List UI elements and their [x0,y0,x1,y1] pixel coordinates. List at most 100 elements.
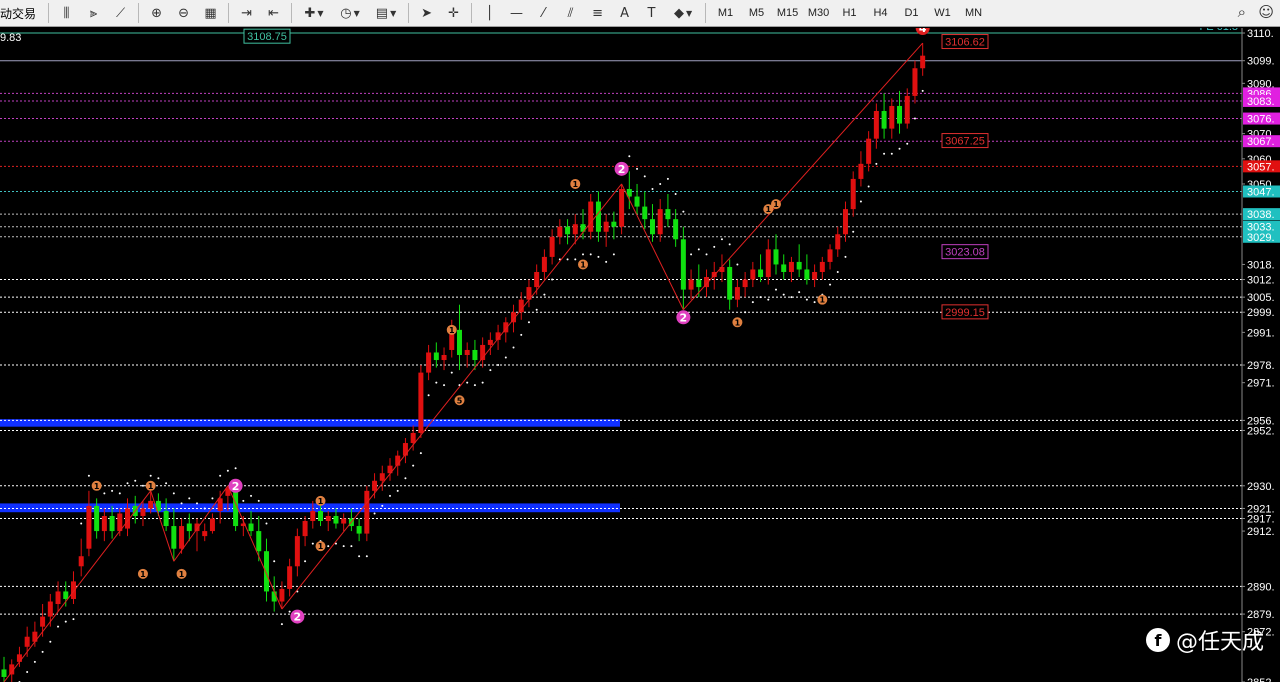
sar-dot [659,182,662,185]
candle-body [781,264,787,272]
watermark-text: @任天成 [1175,630,1264,655]
candle-body [464,349,470,355]
sar-dot [427,394,430,397]
timeframe-m5[interactable]: M5 [741,2,772,24]
sar-dot [80,522,83,525]
wave-label: 2 [232,480,240,493]
text-button[interactable]: A [611,2,638,24]
chevron-down-icon: ▼ [685,8,693,18]
chevron-down-icon: ▼ [390,8,397,18]
candlestick-button[interactable]: ⫸ [80,2,107,24]
sar-dot [172,492,175,495]
auto-trading-label[interactable]: 动交易 [0,5,44,22]
candle-body [773,249,779,265]
price-badge-text: 3047. [1247,187,1275,199]
candle-body [487,339,493,345]
timeframe-w1[interactable]: W1 [927,2,958,24]
indicators-button[interactable]: ✚ ▼ [296,2,332,24]
search-icon[interactable]: ⌕ [1238,3,1246,21]
candle-body [696,279,702,288]
candle-body [171,526,177,549]
periods-clock-button[interactable]: ◷ ▼ [332,2,368,24]
sar-dot [674,193,677,196]
sar-dot [41,650,44,653]
line-chart-button[interactable]: ⟋ [107,2,134,24]
wave-label: 1 [449,326,455,335]
candle-body [16,654,22,662]
candle-body [379,473,385,481]
horizontal-line-button[interactable]: — [503,2,530,24]
sar-dot [288,610,291,613]
timeframe-m1[interactable]: M1 [710,2,741,24]
sar-dot [180,502,183,505]
chevron-down-icon: ▼ [317,8,324,18]
tile-windows-button[interactable]: ▦ [197,2,224,24]
candle-body [634,196,640,207]
shapes-button[interactable]: ◆ ▼ [665,2,701,24]
sar-dot [381,504,384,507]
wave-label: 1 [140,570,146,579]
autoscroll-button[interactable]: ⇤ [260,2,287,24]
sar-dot [358,555,361,558]
fe-label: FE 61.8 [1199,28,1238,33]
candle-body [217,498,223,511]
price-chart[interactable]: 1 1 211 121511122111143108.75 3106.623067.25… [0,28,1280,682]
crosshair-button[interactable]: ✛ [440,2,467,24]
fibonacci-button[interactable]: ≡ [584,2,611,24]
timeframe-m30[interactable]: M30 [803,2,834,24]
candle-body [248,523,254,532]
vertical-line-button[interactable]: │ [476,2,503,24]
sar-dot [798,291,801,294]
price-axis-label: 2879. [1247,609,1275,621]
equidistant-channel-button[interactable]: ⫽ [557,2,584,24]
sar-dot [790,296,793,299]
sar-dot [419,452,422,455]
candle-body [804,269,810,280]
candle-body [912,68,918,96]
sar-dot [906,142,909,145]
user-icon[interactable]: ☺ [1258,3,1274,21]
candle-body [202,531,208,537]
text-label-button[interactable]: T [638,2,665,24]
candle-body [758,269,764,278]
price-axis-label: 3018. [1247,259,1275,271]
zoom-out-button[interactable]: ⊖ [170,2,197,24]
candle-body [873,111,879,139]
timeframe-mn[interactable]: MN [958,2,989,24]
price-axis-label: 2999. [1247,307,1275,319]
sar-dot [898,147,901,150]
candle-body [256,531,262,552]
zigzag-line[interactable] [281,183,622,610]
zigzag-line[interactable] [682,42,924,311]
timeframe-h4[interactable]: H4 [865,2,896,24]
candle-body [842,209,848,235]
timeframe-d1[interactable]: D1 [896,2,927,24]
price-axis-label: 2852. [1247,677,1275,682]
candle-body [557,226,563,237]
timeframe-h1[interactable]: H1 [834,2,865,24]
sar-dot [33,660,36,663]
sar-dot [913,117,916,120]
trendline-button[interactable]: ⁄ [530,2,557,24]
sar-dot [396,489,399,492]
templates-button[interactable]: ▤ ▼ [368,2,404,24]
candle-body [302,521,308,537]
line-chart-icon: ⟋ [115,5,126,21]
zigzag-line[interactable] [150,490,175,562]
chart-shift-button[interactable]: ⇥ [233,2,260,24]
wave-label: 1 [765,205,771,214]
candle-body [109,515,115,532]
price-axis-label: 2991. [1247,327,1275,339]
zoom-in-button[interactable]: ⊕ [143,2,170,24]
wave-label: 2 [680,311,688,324]
timeframe-m15[interactable]: M15 [772,2,803,24]
sar-dot [636,167,639,170]
bar-chart-button[interactable]: ⫼ [53,2,80,24]
cursor-button[interactable]: ➤ [413,2,440,24]
sar-dot [883,152,886,155]
zigzag-line[interactable] [621,183,684,310]
candle-body [889,105,895,129]
candle-body [24,636,30,647]
sar-dot [612,253,615,256]
wave-label: 2 [294,611,302,624]
